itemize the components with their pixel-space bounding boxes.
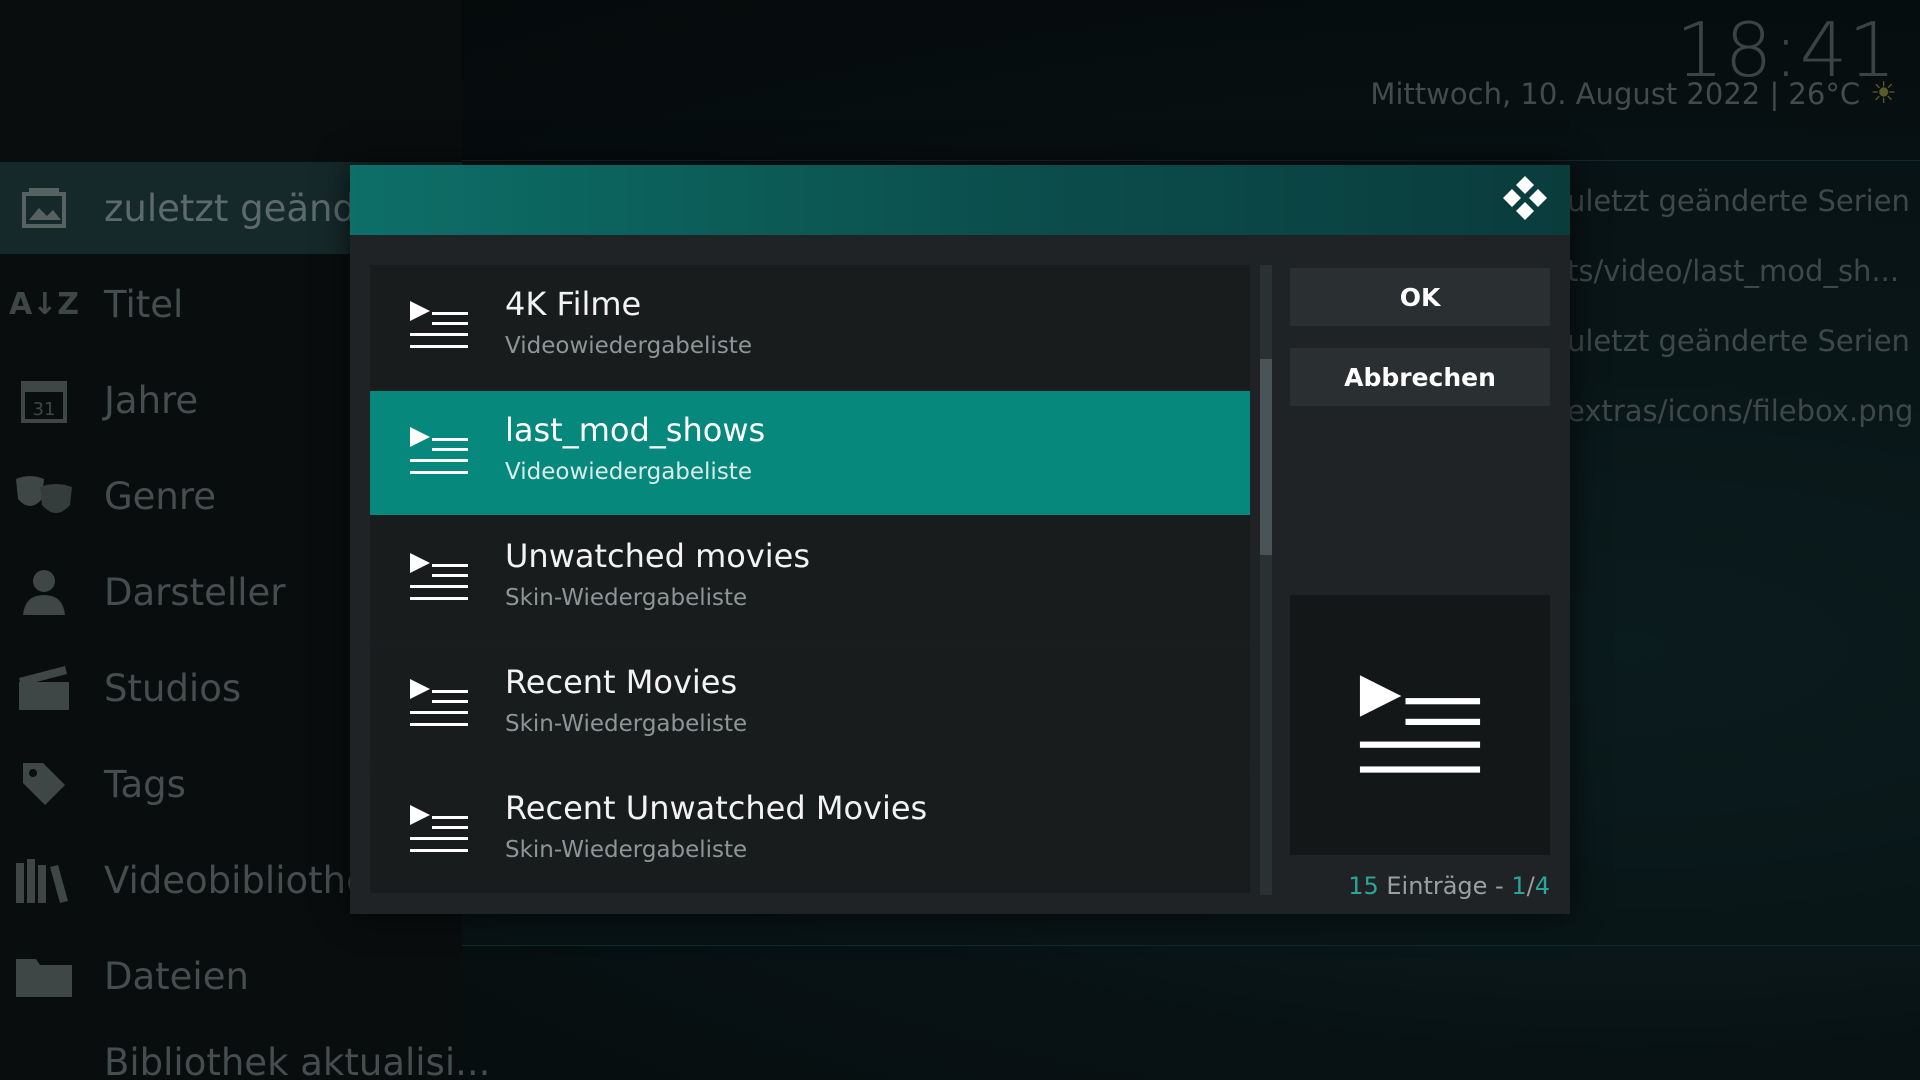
kodi-screen: uletzt geänderte Serien ts/video/last_mo… (0, 0, 1920, 1080)
item-subtitle: Videowiedergabeliste (505, 459, 752, 485)
sort-az-icon: A↓Z (8, 286, 80, 322)
info-line: extras/icons/filebox.png (1567, 394, 1914, 428)
ok-button[interactable]: OK (1290, 268, 1550, 326)
list-item-selected[interactable]: last_mod_shows Videowiedergabeliste (370, 391, 1250, 515)
item-count: 15 (1348, 872, 1379, 900)
item-title: Unwatched movies (505, 537, 811, 575)
playlist-icon (410, 553, 468, 600)
current-page: 1 (1511, 872, 1527, 900)
kodi-logo-icon (1503, 176, 1547, 220)
gallery-icon (14, 180, 74, 236)
svg-text:31: 31 (33, 399, 56, 420)
cancel-button[interactable]: Abbrechen (1290, 348, 1550, 406)
scrollbar-thumb[interactable] (1260, 359, 1272, 555)
item-subtitle: Skin-Wiedergabeliste (505, 711, 748, 737)
info-line: ts/video/last_mod_sh... (1567, 254, 1900, 288)
date-weather: Mittwoch, 10. August 2022 | 26°C ☀ (1370, 76, 1897, 111)
page-separator: / (1526, 872, 1535, 900)
playlist-select-dialog: 4K Filme Videowiedergabeliste last_mod_s… (350, 165, 1570, 914)
tag-icon (14, 756, 74, 812)
preview-thumbnail (1290, 595, 1550, 855)
total-pages: 4 (1534, 872, 1550, 900)
clapperboard-icon (14, 660, 74, 716)
calendar-icon: 31 (14, 372, 74, 428)
list-item[interactable]: Unwatched movies Skin-Wiedergabeliste (370, 517, 1250, 641)
dialog-header (350, 165, 1570, 235)
sun-icon: ☀ (1870, 76, 1897, 111)
item-subtitle: Skin-Wiedergabeliste (505, 837, 748, 863)
list-item[interactable]: 4K Filme Videowiedergabeliste (370, 265, 1250, 389)
item-count-label: Einträge - (1378, 872, 1512, 900)
playlist-icon (410, 301, 468, 348)
date-text: Mittwoch, 10. August 2022 | 26°C (1370, 76, 1861, 111)
theater-masks-icon (14, 468, 74, 524)
folder-icon (14, 948, 74, 1004)
playlist-icon (410, 679, 468, 726)
sidebar-item-update-library[interactable]: Bibliothek aktualisi... (0, 1016, 490, 1080)
sidebar-item-files[interactable]: Dateien (0, 930, 462, 1022)
playlist-list: 4K Filme Videowiedergabeliste last_mod_s… (370, 265, 1250, 893)
list-item[interactable]: Recent Unwatched Movies Skin-Wiedergabel… (370, 769, 1250, 893)
info-line: uletzt geänderte Serien (1567, 184, 1910, 218)
item-title: 4K Filme (505, 285, 642, 323)
item-title: last_mod_shows (505, 411, 766, 449)
playlist-icon (1359, 675, 1481, 773)
playlist-icon (410, 805, 468, 852)
item-subtitle: Skin-Wiedergabeliste (505, 585, 748, 611)
books-icon (14, 852, 74, 908)
item-title: Recent Movies (505, 663, 738, 701)
item-counter: 15 Einträge - 1/4 (1348, 872, 1550, 900)
person-icon (14, 564, 74, 620)
list-item[interactable]: Recent Movies Skin-Wiedergabeliste (370, 643, 1250, 767)
item-subtitle: Videowiedergabeliste (505, 333, 752, 359)
info-line: uletzt geänderte Serien (1567, 324, 1910, 358)
list-scrollbar[interactable] (1260, 265, 1272, 895)
playlist-icon (410, 427, 468, 474)
item-title: Recent Unwatched Movies (505, 789, 928, 827)
